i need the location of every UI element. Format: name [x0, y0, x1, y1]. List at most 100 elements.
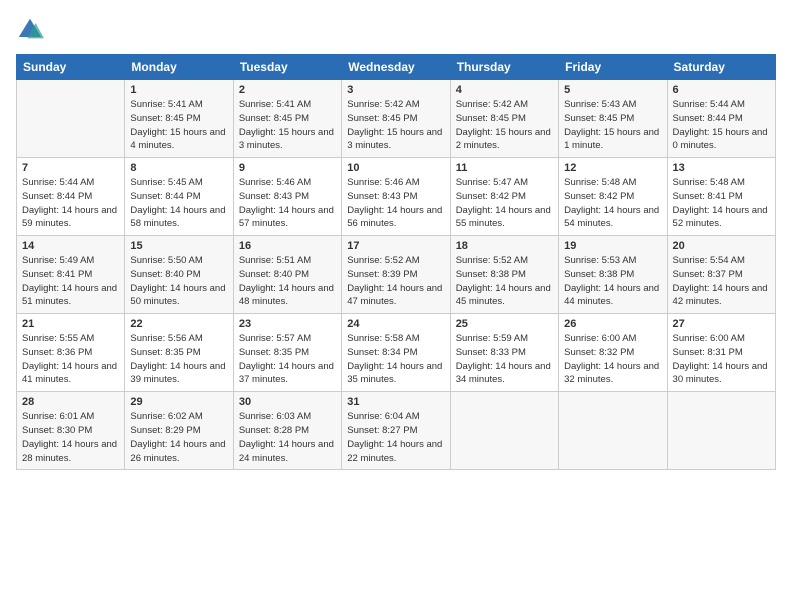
day-info: Sunrise: 5:54 AMSunset: 8:37 PMDaylight:… [673, 254, 770, 309]
calendar-table: SundayMondayTuesdayWednesdayThursdayFrid… [16, 54, 776, 470]
calendar-cell: 6 Sunrise: 5:44 AMSunset: 8:44 PMDaylight… [667, 80, 775, 158]
day-number: 4 [456, 84, 553, 96]
calendar-cell: 9 Sunrise: 5:46 AMSunset: 8:43 PMDaylight… [233, 158, 341, 236]
day-info: Sunrise: 5:47 AMSunset: 8:42 PMDaylight:… [456, 176, 553, 231]
calendar-cell: 22 Sunrise: 5:56 AMSunset: 8:35 PMDayligh… [125, 314, 233, 392]
day-info: Sunrise: 5:46 AMSunset: 8:43 PMDaylight:… [347, 176, 444, 231]
header [16, 16, 776, 44]
column-header-saturday: Saturday [667, 55, 775, 80]
day-info: Sunrise: 6:02 AMSunset: 8:29 PMDaylight:… [130, 410, 227, 465]
calendar-cell: 8 Sunrise: 5:45 AMSunset: 8:44 PMDaylight… [125, 158, 233, 236]
day-number: 12 [564, 162, 661, 174]
day-number: 18 [456, 240, 553, 252]
header-row: SundayMondayTuesdayWednesdayThursdayFrid… [17, 55, 776, 80]
day-info: Sunrise: 5:58 AMSunset: 8:34 PMDaylight:… [347, 332, 444, 387]
column-header-tuesday: Tuesday [233, 55, 341, 80]
calendar-cell: 25 Sunrise: 5:59 AMSunset: 8:33 PMDayligh… [450, 314, 558, 392]
calendar-cell: 26 Sunrise: 6:00 AMSunset: 8:32 PMDayligh… [559, 314, 667, 392]
day-info: Sunrise: 5:51 AMSunset: 8:40 PMDaylight:… [239, 254, 336, 309]
day-number: 26 [564, 318, 661, 330]
day-number: 24 [347, 318, 444, 330]
calendar-cell: 29Sunrise: 6:02 AMSunset: 8:29 PMDayligh… [125, 392, 233, 470]
day-number: 9 [239, 162, 336, 174]
day-info: Sunrise: 5:56 AMSunset: 8:35 PMDaylight:… [130, 332, 227, 387]
week-row-2: 7 Sunrise: 5:44 AMSunset: 8:44 PMDaylight… [17, 158, 776, 236]
day-info: Sunrise: 5:49 AMSunset: 8:41 PMDaylight:… [22, 254, 119, 309]
day-info: Sunrise: 6:00 AMSunset: 8:32 PMDaylight:… [564, 332, 661, 387]
calendar-cell: 16 Sunrise: 5:51 AMSunset: 8:40 PMDayligh… [233, 236, 341, 314]
day-info: Sunrise: 5:44 AMSunset: 8:44 PMDaylight:… [673, 98, 770, 153]
day-info: Sunrise: 5:57 AMSunset: 8:35 PMDaylight:… [239, 332, 336, 387]
day-info: Sunrise: 5:41 AMSunset: 8:45 PMDaylight:… [130, 98, 227, 153]
calendar-cell: 10 Sunrise: 5:46 AMSunset: 8:43 PMDayligh… [342, 158, 450, 236]
day-number: 1 [130, 84, 227, 96]
day-info: Sunrise: 5:45 AMSunset: 8:44 PMDaylight:… [130, 176, 227, 231]
calendar-cell: 13Sunrise: 5:48 AMSunset: 8:41 PMDayligh… [667, 158, 775, 236]
day-info: Sunrise: 5:53 AMSunset: 8:38 PMDaylight:… [564, 254, 661, 309]
day-number: 23 [239, 318, 336, 330]
calendar-cell: 24 Sunrise: 5:58 AMSunset: 8:34 PMDayligh… [342, 314, 450, 392]
day-info: Sunrise: 5:48 AMSunset: 8:41 PMDaylight:… [673, 176, 770, 231]
day-number: 21 [22, 318, 119, 330]
day-info: Sunrise: 5:48 AMSunset: 8:42 PMDaylight:… [564, 176, 661, 231]
column-header-sunday: Sunday [17, 55, 125, 80]
day-number: 30 [239, 396, 336, 408]
week-row-3: 14 Sunrise: 5:49 AMSunset: 8:41 PMDayligh… [17, 236, 776, 314]
day-number: 25 [456, 318, 553, 330]
calendar-cell [17, 80, 125, 158]
day-number: 28 [22, 396, 119, 408]
day-info: Sunrise: 6:03 AMSunset: 8:28 PMDaylight:… [239, 410, 336, 465]
day-info: Sunrise: 5:52 AMSunset: 8:39 PMDaylight:… [347, 254, 444, 309]
calendar-cell: 17 Sunrise: 5:52 AMSunset: 8:39 PMDayligh… [342, 236, 450, 314]
logo-icon [16, 16, 44, 44]
week-row-5: 28 Sunrise: 6:01 AMSunset: 8:30 PMDayligh… [17, 392, 776, 470]
day-number: 22 [130, 318, 227, 330]
calendar-cell: 1 Sunrise: 5:41 AMSunset: 8:45 PMDaylight… [125, 80, 233, 158]
day-info: Sunrise: 5:44 AMSunset: 8:44 PMDaylight:… [22, 176, 119, 231]
calendar-cell [559, 392, 667, 470]
day-info: Sunrise: 5:55 AMSunset: 8:36 PMDaylight:… [22, 332, 119, 387]
calendar-cell: 3 Sunrise: 5:42 AMSunset: 8:45 PMDaylight… [342, 80, 450, 158]
day-number: 17 [347, 240, 444, 252]
day-info: Sunrise: 5:46 AMSunset: 8:43 PMDaylight:… [239, 176, 336, 231]
day-number: 15 [130, 240, 227, 252]
calendar-cell: 18Sunrise: 5:52 AMSunset: 8:38 PMDayligh… [450, 236, 558, 314]
day-info: Sunrise: 5:59 AMSunset: 8:33 PMDaylight:… [456, 332, 553, 387]
column-header-monday: Monday [125, 55, 233, 80]
calendar-cell: 31Sunrise: 6:04 AMSunset: 8:27 PMDayligh… [342, 392, 450, 470]
day-number: 14 [22, 240, 119, 252]
day-number: 6 [673, 84, 770, 96]
day-info: Sunrise: 6:01 AMSunset: 8:30 PMDaylight:… [22, 410, 119, 465]
day-info: Sunrise: 5:41 AMSunset: 8:45 PMDaylight:… [239, 98, 336, 153]
day-info: Sunrise: 5:50 AMSunset: 8:40 PMDaylight:… [130, 254, 227, 309]
calendar-cell: 28 Sunrise: 6:01 AMSunset: 8:30 PMDayligh… [17, 392, 125, 470]
day-number: 8 [130, 162, 227, 174]
day-info: Sunrise: 5:43 AMSunset: 8:45 PMDaylight:… [564, 98, 661, 153]
calendar-cell: 2Sunrise: 5:41 AMSunset: 8:45 PMDaylight… [233, 80, 341, 158]
day-number: 5 [564, 84, 661, 96]
day-info: Sunrise: 6:00 AMSunset: 8:31 PMDaylight:… [673, 332, 770, 387]
column-header-wednesday: Wednesday [342, 55, 450, 80]
column-header-thursday: Thursday [450, 55, 558, 80]
calendar-cell [667, 392, 775, 470]
day-number: 19 [564, 240, 661, 252]
day-number: 20 [673, 240, 770, 252]
day-number: 3 [347, 84, 444, 96]
day-info: Sunrise: 5:42 AMSunset: 8:45 PMDaylight:… [456, 98, 553, 153]
day-info: Sunrise: 6:04 AMSunset: 8:27 PMDaylight:… [347, 410, 444, 465]
page: SundayMondayTuesdayWednesdayThursdayFrid… [0, 0, 792, 612]
calendar-cell: 7 Sunrise: 5:44 AMSunset: 8:44 PMDaylight… [17, 158, 125, 236]
calendar-cell: 30 Sunrise: 6:03 AMSunset: 8:28 PMDayligh… [233, 392, 341, 470]
calendar-cell: 27 Sunrise: 6:00 AMSunset: 8:31 PMDayligh… [667, 314, 775, 392]
calendar-cell: 12 Sunrise: 5:48 AMSunset: 8:42 PMDayligh… [559, 158, 667, 236]
week-row-4: 21 Sunrise: 5:55 AMSunset: 8:36 PMDayligh… [17, 314, 776, 392]
calendar-cell: 19 Sunrise: 5:53 AMSunset: 8:38 PMDayligh… [559, 236, 667, 314]
day-number: 11 [456, 162, 553, 174]
day-number: 27 [673, 318, 770, 330]
day-number: 16 [239, 240, 336, 252]
calendar-cell: 15 Sunrise: 5:50 AMSunset: 8:40 PMDayligh… [125, 236, 233, 314]
day-number: 10 [347, 162, 444, 174]
day-info: Sunrise: 5:42 AMSunset: 8:45 PMDaylight:… [347, 98, 444, 153]
calendar-cell: 23 Sunrise: 5:57 AMSunset: 8:35 PMDayligh… [233, 314, 341, 392]
day-number: 7 [22, 162, 119, 174]
